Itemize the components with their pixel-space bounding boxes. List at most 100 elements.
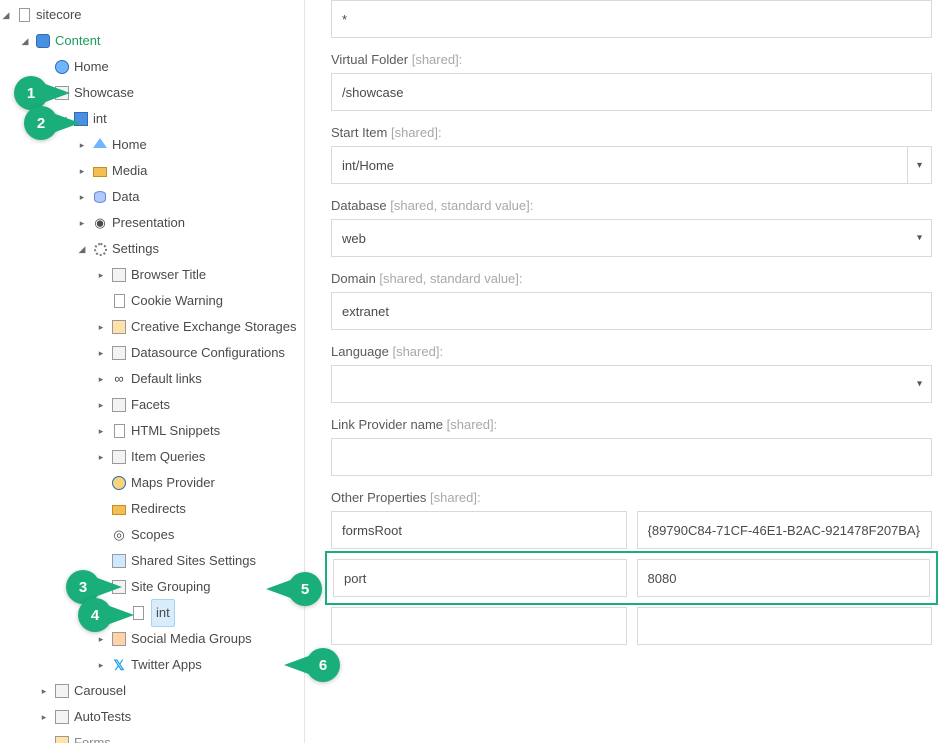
language-select[interactable] [331, 365, 932, 403]
tree-node-default-links[interactable]: ▸ ∞ Default links [95, 366, 304, 392]
field-label-text: Database [331, 198, 387, 213]
tree-node-scopes[interactable]: ▸ ◎ Scopes [95, 522, 304, 548]
start-item-dropdown-button[interactable]: ▾ [907, 146, 932, 184]
field-language: Language [shared]: [331, 344, 932, 403]
start-item-input[interactable] [331, 146, 907, 184]
chevron-down-icon[interactable]: ◢ [19, 35, 31, 47]
storage-icon [111, 319, 127, 335]
tree-node-html-snippets[interactable]: ▸ HTML Snippets [95, 418, 304, 444]
folder-icon [111, 501, 127, 517]
tree-label: Social Media Groups [131, 626, 252, 652]
tree-label: Settings [112, 236, 159, 262]
chevron-right-icon[interactable]: ▸ [95, 425, 107, 437]
chevron-right-icon[interactable]: ▸ [95, 633, 107, 645]
field-label-text: Virtual Folder [331, 52, 408, 67]
tree-node-media[interactable]: ▸ Media [76, 158, 304, 184]
link-provider-input[interactable] [331, 438, 932, 476]
forms-icon [54, 735, 70, 743]
chevron-down-icon[interactable]: ◢ [0, 9, 12, 21]
database-select[interactable] [331, 219, 932, 257]
tree-label: Forms [74, 730, 111, 743]
globe-icon [54, 59, 70, 75]
tree-node-dsconf[interactable]: ▸ Datasource Configurations [95, 340, 304, 366]
annotation-pin-4: 4 [78, 598, 112, 632]
tree-node-settings[interactable]: ◢ Settings [76, 236, 304, 262]
other-props-key[interactable] [331, 607, 627, 645]
tree-label: Home [112, 132, 147, 158]
wildcard-input[interactable] [331, 0, 932, 38]
tree-label: int [151, 599, 175, 627]
chevron-right-icon[interactable]: ▸ [76, 165, 88, 177]
tree-label: Default links [131, 366, 202, 392]
query-icon [111, 449, 127, 465]
people-icon [111, 631, 127, 647]
chevron-down-icon[interactable]: ◢ [76, 243, 88, 255]
chevron-right-icon[interactable]: ▸ [95, 399, 107, 411]
annotation-pin-1: 1 [14, 76, 48, 110]
chevron-right-icon[interactable]: ▸ [38, 711, 50, 723]
field-hint: [shared]: [447, 417, 498, 432]
tree-node-social-media[interactable]: ▸ Social Media Groups [95, 626, 304, 652]
tree-node-site-grouping-int[interactable]: ▸ int [114, 600, 304, 626]
virtual-folder-input[interactable] [331, 73, 932, 111]
chevron-right-icon[interactable]: ▸ [95, 659, 107, 671]
tree-label: sitecore [36, 2, 82, 28]
other-props-value[interactable] [637, 607, 933, 645]
chevron-right-icon[interactable]: ▸ [95, 373, 107, 385]
database-icon [92, 189, 108, 205]
tree-node-shared-sites[interactable]: ▸ Shared Sites Settings [95, 548, 304, 574]
other-props-key[interactable] [333, 559, 627, 597]
building-icon [54, 683, 70, 699]
tree-node-forms[interactable]: ▸ Forms [38, 730, 304, 743]
tree-node-home[interactable]: ◢ Home [38, 54, 304, 80]
tree-label: Presentation [112, 210, 185, 236]
eye-icon: ◉ [92, 215, 108, 231]
tree-node-int[interactable]: ◢ int [57, 106, 304, 132]
tree-node-redirects[interactable]: ▸ Redirects [95, 496, 304, 522]
tree-node-ces[interactable]: ▸ Creative Exchange Storages [95, 314, 304, 340]
snippet-icon [111, 423, 127, 439]
chevron-right-icon[interactable]: ▸ [95, 269, 107, 281]
item-editor: Virtual Folder [shared]: Start Item [sha… [305, 0, 950, 743]
chevron-right-icon[interactable]: ▸ [76, 139, 88, 151]
domain-input[interactable] [331, 292, 932, 330]
field-hint: [shared]: [430, 490, 481, 505]
home-icon [92, 137, 108, 153]
tree-node-facets[interactable]: ▸ Facets [95, 392, 304, 418]
other-props-key[interactable] [331, 511, 627, 549]
chevron-right-icon[interactable]: ▸ [95, 451, 107, 463]
chevron-right-icon[interactable]: ▸ [95, 347, 107, 359]
other-props-value[interactable] [637, 559, 931, 597]
field-domain: Domain [shared, standard value]: [331, 271, 932, 330]
tree-node-presentation[interactable]: ▸ ◉ Presentation [76, 210, 304, 236]
chevron-right-icon[interactable]: ▸ [95, 321, 107, 333]
field-hint: [shared, standard value]: [379, 271, 522, 286]
other-props-value[interactable] [637, 511, 933, 549]
chevron-right-icon[interactable]: ▸ [38, 685, 50, 697]
tree-node-twitter-apps[interactable]: ▸ 𝕏 Twitter Apps [95, 652, 304, 678]
gear-icon [92, 241, 108, 257]
facets-icon [111, 397, 127, 413]
chevron-right-icon[interactable]: ▸ [76, 191, 88, 203]
tree-node-cookie-warning[interactable]: ▸ Cookie Warning [95, 288, 304, 314]
tree-label: Datasource Configurations [131, 340, 285, 366]
tree-label: Carousel [74, 678, 126, 704]
field-label-text: Domain [331, 271, 376, 286]
tree-node-int-home[interactable]: ▸ Home [76, 132, 304, 158]
tree-node-sitecore[interactable]: ◢ sitecore [0, 2, 304, 28]
building-icon [54, 709, 70, 725]
tree-label: HTML Snippets [131, 418, 220, 444]
twitter-icon: 𝕏 [111, 657, 127, 673]
tree-label: Scopes [131, 522, 174, 548]
tree-node-browser-title[interactable]: ▸ Browser Title [95, 262, 304, 288]
chevron-right-icon[interactable]: ▸ [76, 217, 88, 229]
tree-node-data[interactable]: ▸ Data [76, 184, 304, 210]
tree-node-maps-provider[interactable]: ▸ Maps Provider [95, 470, 304, 496]
tree-node-carousel[interactable]: ▸ Carousel [38, 678, 304, 704]
tree-label: Media [112, 158, 147, 184]
tree-node-content[interactable]: ◢ Content [19, 28, 304, 54]
tree-node-autotests[interactable]: ▸ AutoTests [38, 704, 304, 730]
tree-node-showcase[interactable]: ◢ Showcase [38, 80, 304, 106]
field-virtual-folder: Virtual Folder [shared]: [331, 52, 932, 111]
tree-node-item-queries[interactable]: ▸ Item Queries [95, 444, 304, 470]
